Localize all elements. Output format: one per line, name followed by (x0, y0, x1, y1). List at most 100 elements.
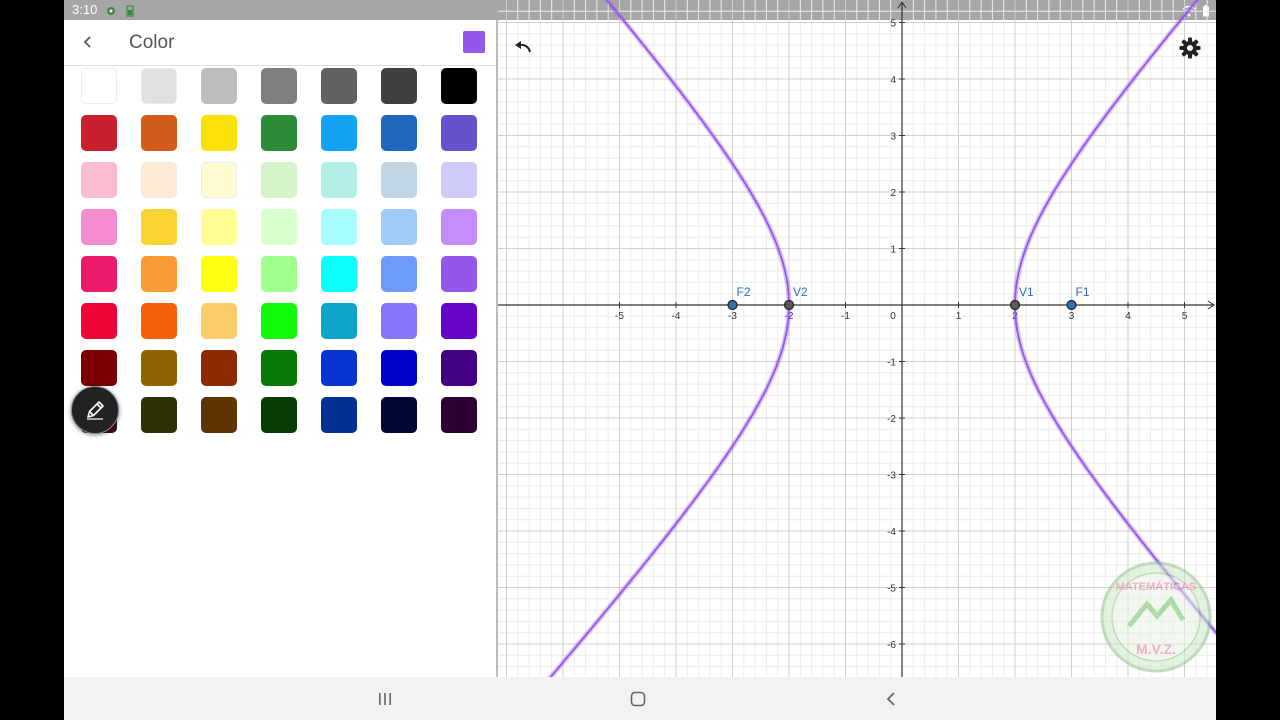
color-swatch[interactable] (321, 350, 357, 386)
y-tick-label: 4 (890, 75, 896, 86)
color-swatch[interactable] (381, 162, 417, 198)
color-swatch[interactable] (441, 115, 477, 151)
color-swatch[interactable] (321, 397, 357, 433)
color-swatch[interactable] (201, 256, 237, 292)
svg-text:M.V.Z.: M.V.Z. (1136, 641, 1176, 657)
color-swatch[interactable] (81, 115, 117, 151)
y-tick-label: -5 (887, 584, 896, 595)
color-swatch[interactable] (261, 68, 297, 104)
gear-icon (1179, 37, 1201, 59)
y-tick-label: 1 (890, 245, 896, 256)
color-swatch[interactable] (81, 350, 117, 386)
color-swatch[interactable] (141, 115, 177, 151)
color-swatch[interactable] (201, 209, 237, 245)
color-swatch[interactable] (441, 303, 477, 339)
point-label: F1 (1076, 285, 1090, 299)
x-tick-label: 1 (956, 311, 962, 322)
navigation-bar (64, 677, 1216, 720)
color-swatch[interactable] (381, 256, 417, 292)
color-swatch[interactable] (381, 303, 417, 339)
color-swatch[interactable] (321, 303, 357, 339)
x-tick-label: 3 (1069, 311, 1075, 322)
point-f1[interactable] (1066, 299, 1077, 311)
color-swatch[interactable] (321, 209, 357, 245)
color-swatch[interactable] (201, 397, 237, 433)
color-swatch[interactable] (321, 162, 357, 198)
color-swatch[interactable] (381, 350, 417, 386)
back-arrow-icon (83, 36, 91, 48)
color-swatch[interactable] (261, 397, 297, 433)
color-swatch[interactable] (321, 115, 357, 151)
pen-tool-button[interactable] (71, 386, 119, 434)
point-v1[interactable] (1009, 299, 1021, 311)
color-swatch[interactable] (441, 397, 477, 433)
color-swatch[interactable] (261, 350, 297, 386)
panel-title: Color (129, 32, 175, 53)
color-swatch[interactable] (141, 397, 177, 433)
recents-button[interactable] (365, 686, 405, 712)
point-f2[interactable] (727, 299, 738, 311)
color-swatch[interactable] (321, 68, 357, 104)
x-tick-label: -4 (672, 311, 681, 322)
undo-button[interactable] (508, 36, 538, 58)
battery-status-icon (126, 4, 136, 17)
color-swatch[interactable] (201, 162, 237, 198)
color-swatch[interactable] (141, 162, 177, 198)
back-button[interactable] (76, 30, 100, 54)
y-tick-label: 5 (890, 19, 896, 30)
nav-back-button[interactable] (871, 686, 911, 712)
y-tick-label: -3 (887, 471, 896, 482)
home-button[interactable] (618, 686, 658, 712)
undo-icon (515, 41, 531, 53)
color-swatch[interactable] (441, 162, 477, 198)
color-swatch[interactable] (141, 68, 177, 104)
y-tick-label: -2 (887, 414, 896, 425)
color-swatch[interactable] (141, 303, 177, 339)
color-swatch[interactable] (261, 303, 297, 339)
settings-status-icon (106, 4, 116, 16)
x-tick-label: 0 (890, 311, 896, 322)
home-icon (630, 691, 646, 707)
color-swatch[interactable] (441, 256, 477, 292)
status-time: 3:10 (72, 2, 98, 17)
color-swatch[interactable] (441, 68, 477, 104)
color-swatch[interactable] (201, 303, 237, 339)
color-swatch[interactable] (81, 162, 117, 198)
point-label: F2 (737, 285, 751, 299)
color-swatch[interactable] (81, 256, 117, 292)
matematicas-logo-watermark: MATEMÁTICAS M.V.Z. (1099, 560, 1213, 674)
settings-button[interactable] (1176, 34, 1204, 62)
recents-icon (379, 693, 391, 705)
color-swatch[interactable] (381, 397, 417, 433)
color-swatch[interactable] (261, 115, 297, 151)
color-swatch[interactable] (141, 350, 177, 386)
color-swatch[interactable] (81, 209, 117, 245)
y-tick-label: 2 (890, 188, 896, 199)
color-swatch[interactable] (81, 303, 117, 339)
color-swatch[interactable] (441, 350, 477, 386)
color-swatch[interactable] (441, 209, 477, 245)
color-swatch[interactable] (201, 350, 237, 386)
color-swatch[interactable] (201, 115, 237, 151)
color-swatch[interactable] (381, 68, 417, 104)
color-swatch[interactable] (261, 209, 297, 245)
panel-header: Color (64, 20, 496, 66)
x-tick-label: 4 (1125, 311, 1131, 322)
point-label: V1 (1019, 285, 1034, 299)
color-swatch[interactable] (261, 162, 297, 198)
color-swatch[interactable] (381, 115, 417, 151)
color-swatch[interactable] (81, 68, 117, 104)
color-swatch[interactable] (261, 256, 297, 292)
color-swatch[interactable] (381, 209, 417, 245)
point-label: V2 (793, 285, 808, 299)
point-v2[interactable] (783, 299, 795, 311)
svg-text:MATEMÁTICAS: MATEMÁTICAS (1116, 580, 1196, 593)
tablet-screen: 3:10 Color -5 -4 -3 -2 -1 0 1 2 3 4 5 5 … (64, 0, 1216, 720)
color-swatch[interactable] (201, 68, 237, 104)
color-swatch[interactable] (321, 256, 357, 292)
points[interactable]: F2 V2 V1 F1 (727, 285, 1090, 311)
x-tick-label: -3 (728, 311, 737, 322)
color-swatch[interactable] (141, 256, 177, 292)
color-swatch[interactable] (141, 209, 177, 245)
x-tick-label: -1 (841, 311, 850, 322)
